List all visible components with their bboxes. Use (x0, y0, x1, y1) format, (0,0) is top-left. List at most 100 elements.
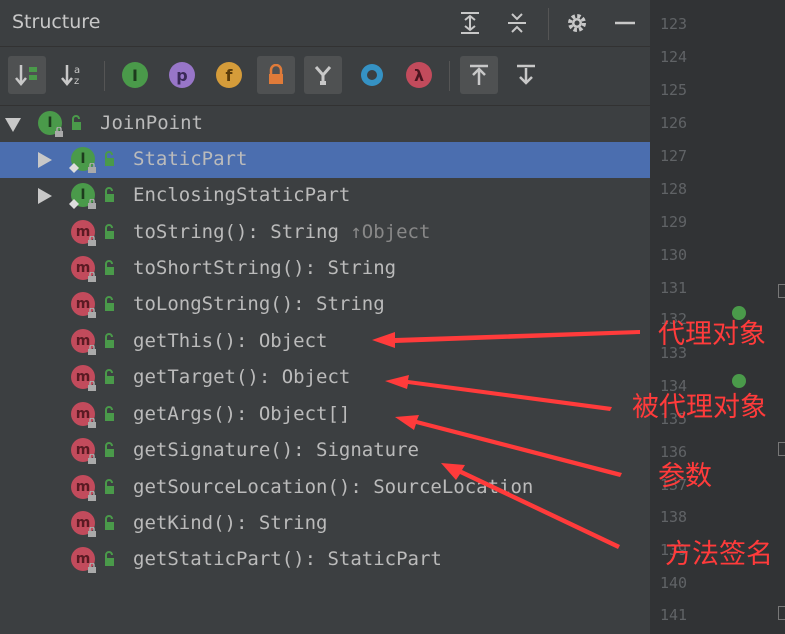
gear-icon (568, 14, 586, 32)
tree-row-method[interactable]: m getThis(): Object (0, 324, 650, 360)
static-marker-icon (69, 163, 79, 173)
tree-item-label: getTarget(): Object (133, 366, 351, 388)
show-inherited-icon: I (122, 62, 148, 88)
show-fields-button[interactable]: f (210, 56, 248, 94)
interface-icon: I (38, 111, 64, 137)
fold-marker-icon[interactable] (778, 606, 785, 620)
lock-icon (88, 199, 96, 209)
public-visibility-icon (105, 442, 114, 457)
method-icon: m (71, 256, 97, 282)
tree-row-method[interactable]: m toString(): String ↑Object (0, 215, 650, 251)
tree-row-method[interactable]: m getArgs(): Object[] (0, 397, 650, 433)
tree-row-method[interactable]: m getStaticPart(): StaticPart (0, 542, 650, 578)
expand-all-button[interactable] (455, 8, 485, 38)
hide-panel-button[interactable] (610, 8, 640, 38)
tree-row-method[interactable]: m getSourceLocation(): SourceLocation (0, 470, 650, 506)
tree-item-label: toShortString(): String (133, 257, 397, 279)
public-visibility-icon (105, 224, 114, 239)
line-number: 128 (660, 180, 688, 198)
lock-icon (55, 127, 63, 137)
autoscroll-to-source-icon (470, 64, 488, 85)
fold-marker-icon[interactable] (778, 284, 785, 298)
public-visibility-icon (105, 333, 114, 348)
line-number: 140 (660, 574, 688, 592)
show-properties-button[interactable]: p (163, 56, 201, 94)
sort-alphabetically-button[interactable]: a z (54, 56, 92, 94)
tree-row-staticpart[interactable]: I StaticPart (0, 142, 650, 178)
tree-item-label: EnclosingStaticPart (133, 184, 351, 206)
public-visibility-icon (105, 406, 114, 421)
public-visibility-icon (105, 551, 114, 566)
lock-icon (88, 163, 96, 173)
public-visibility-icon (105, 369, 114, 384)
inherited-from-label: ↑Object (350, 221, 431, 243)
line-number: 123 (660, 15, 688, 33)
public-visibility-icon (105, 260, 114, 275)
line-number: 130 (660, 246, 688, 264)
public-visibility-icon (105, 296, 114, 311)
svg-text:z: z (74, 76, 79, 87)
tree-row-method[interactable]: m getKind(): String (0, 506, 650, 542)
tree-item-label: getStaticPart(): StaticPart (133, 548, 442, 570)
expand-arrow-icon[interactable] (38, 152, 52, 168)
public-visibility-icon (105, 479, 114, 494)
sort-alphabetically-icon: a z (61, 65, 80, 87)
tree-row-method[interactable]: m toLongString(): String (0, 287, 650, 323)
tree-item-label: JoinPoint (100, 112, 203, 134)
structure-toolbar: a z I p f λ (0, 47, 650, 106)
settings-button[interactable] (562, 8, 592, 38)
tree-row-enclosingstaticpart[interactable]: I EnclosingStaticPart (0, 178, 650, 214)
show-lambdas-circle-button[interactable] (353, 56, 391, 94)
tree-row-joinpoint[interactable]: I JoinPoint (0, 106, 650, 142)
titlebar-separator (548, 8, 549, 40)
collapse-all-button[interactable] (502, 8, 532, 38)
panel-titlebar: Structure (0, 0, 650, 47)
line-number: 141 (660, 606, 688, 624)
public-visibility-icon (105, 151, 114, 166)
autoscroll-to-source-button[interactable] (460, 56, 498, 94)
method-icon: m (71, 511, 97, 537)
tree-item-label: getSourceLocation(): SourceLocation (133, 476, 534, 498)
method-icon: m (71, 292, 97, 318)
method-icon: m (71, 438, 97, 464)
tree-row-method[interactable]: m getSignature(): Signature (0, 433, 650, 469)
tree-row-method[interactable]: m toShortString(): String (0, 251, 650, 287)
method-icon: m (71, 365, 97, 391)
sort-by-visibility-button[interactable] (8, 56, 46, 94)
fold-marker-icon[interactable] (778, 442, 785, 456)
annotation-arguments: 参数 (658, 461, 712, 492)
interface-icon: I (69, 147, 97, 173)
minimize-icon (615, 21, 635, 25)
show-lambdas-button[interactable]: λ (400, 56, 438, 94)
autoscroll-from-source-button[interactable] (507, 56, 545, 94)
line-number: 131 (660, 279, 688, 297)
public-visibility-icon (72, 115, 81, 130)
line-number: 129 (660, 213, 688, 231)
collapse-all-icon (508, 13, 526, 33)
tree-item-label: getArgs(): Object[] (133, 403, 351, 425)
show-fields-icon: f (216, 62, 242, 88)
line-number: 127 (660, 147, 688, 165)
tree-row-method[interactable]: m getTarget(): Object (0, 360, 650, 396)
line-number: 138 (660, 508, 688, 526)
public-visibility-icon (105, 187, 114, 202)
method-icon: m (71, 547, 97, 573)
show-non-public-button[interactable] (257, 56, 295, 94)
interface-icon: I (69, 183, 97, 209)
show-properties-icon: p (169, 62, 195, 88)
show-anonymous-classes-button[interactable] (304, 56, 342, 94)
expand-arrow-icon[interactable] (38, 188, 52, 204)
tree-item-label: getThis(): Object (133, 330, 328, 352)
line-number: 124 (660, 48, 688, 66)
collapse-arrow-icon[interactable] (5, 118, 21, 132)
tree-item-label: StaticPart (133, 148, 248, 170)
show-inherited-button[interactable]: I (116, 56, 154, 94)
circle-ring-icon (361, 64, 383, 86)
annotation-method-signature: 方法签名 (665, 539, 773, 570)
structure-panel: Structure a z I p f λ I JoinPoint I Stat… (0, 0, 650, 634)
line-number: 125 (660, 81, 688, 99)
panel-title: Structure (12, 11, 101, 33)
line-number: 126 (660, 114, 688, 132)
tree-item-label: getKind(): String (133, 512, 328, 534)
lambda-icon: λ (406, 62, 432, 88)
